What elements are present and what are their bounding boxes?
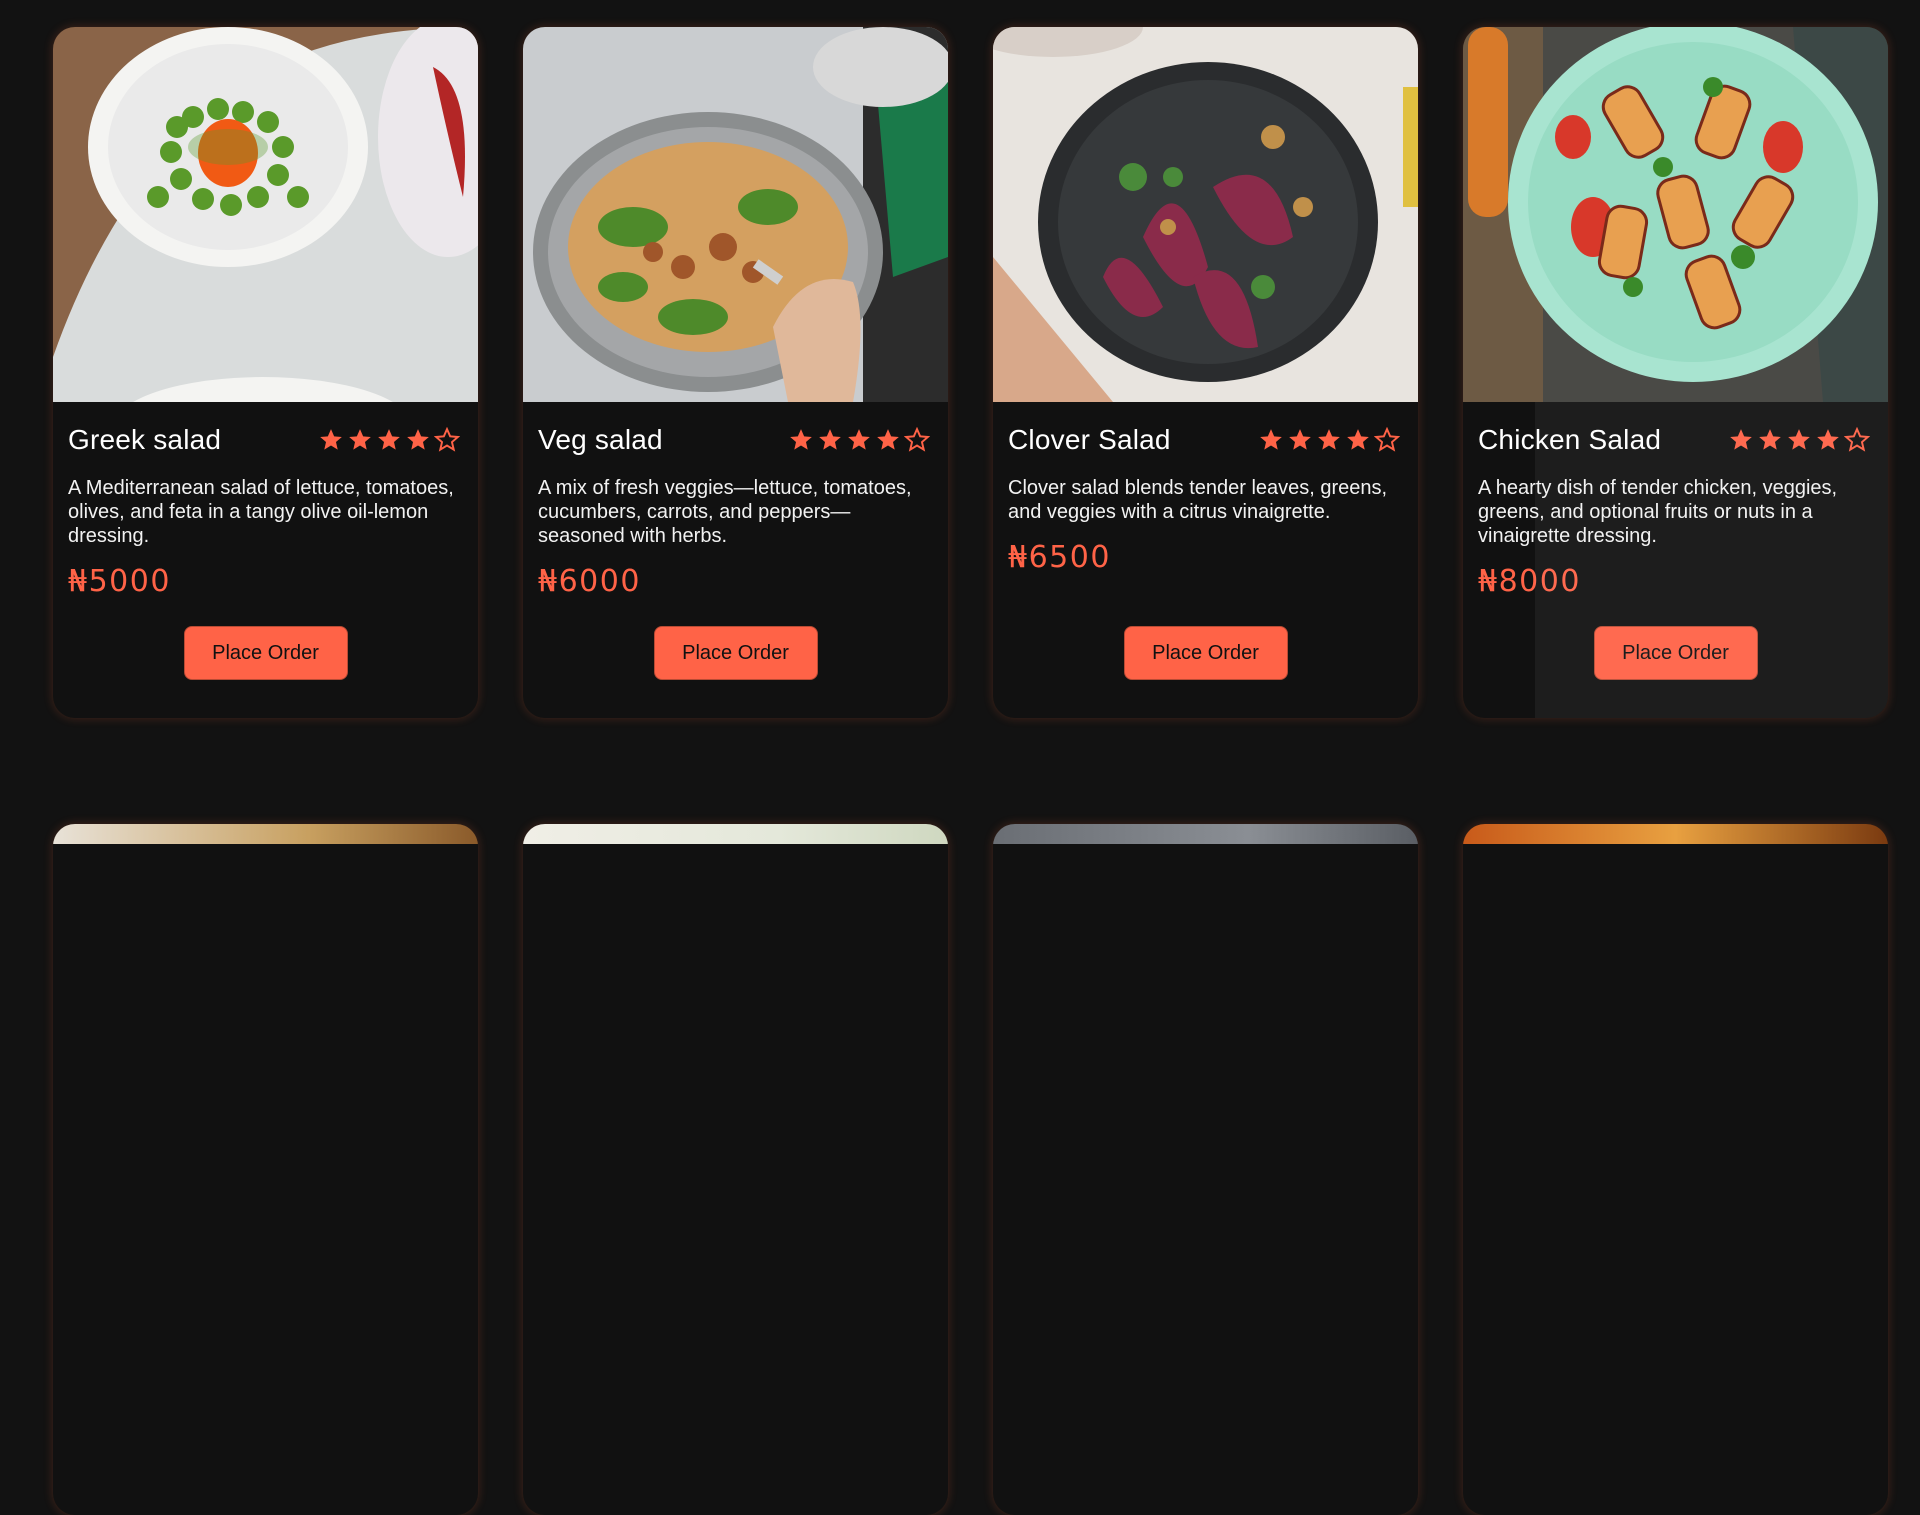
product-card-clover-salad: Clover Salad Clover salad blends tender …: [993, 27, 1418, 718]
star-outline-icon: [1374, 427, 1400, 452]
star-filled-icon: [1318, 429, 1340, 450]
star-filled-icon: [1817, 429, 1839, 450]
product-card-chicken-salad: Chicken Salad A hearty dish of tender ch…: [1463, 27, 1888, 718]
food-photo: [993, 824, 1418, 844]
star-filled-icon: [819, 429, 841, 450]
star-filled-icon: [378, 429, 400, 450]
star-filled-icon: [407, 429, 429, 450]
star-outline-icon: [904, 427, 930, 452]
product-card-veg-salad: Veg salad A mix of fresh veggies—lettuce…: [523, 27, 948, 718]
star-filled-icon: [1347, 429, 1369, 450]
star-filled-icon: [848, 429, 870, 450]
chicken-salad-photo: [1463, 27, 1888, 402]
star-filled-icon: [1260, 429, 1282, 450]
product-card-row2-1: [53, 824, 478, 1515]
product-card-row2-4: [1463, 824, 1888, 1515]
product-price: ₦8000: [1478, 564, 1581, 599]
product-price: ₦5000: [68, 564, 171, 599]
star-filled-icon: [1730, 429, 1752, 450]
product-title: Greek salad: [68, 424, 222, 455]
place-order-button[interactable]: Place Order: [1123, 626, 1288, 680]
product-description: A mix of fresh veggies—lettuce, tomatoes…: [538, 477, 912, 547]
place-order-button[interactable]: Place Order: [183, 626, 348, 680]
star-filled-icon: [1289, 429, 1311, 450]
product-description: A hearty dish of tender chicken, veggies…: [1478, 477, 1838, 547]
product-description: Clover salad blends tender leaves, green…: [1008, 477, 1388, 523]
star-filled-icon: [349, 429, 371, 450]
star-filled-icon: [790, 429, 812, 450]
product-price: ₦6000: [538, 564, 641, 599]
product-title: Chicken Salad: [1478, 424, 1662, 455]
clover-salad-photo: [993, 27, 1418, 402]
rating-stars: [788, 427, 930, 453]
product-card-row2-3: [993, 824, 1418, 1515]
star-filled-icon: [320, 429, 342, 450]
rating-stars: [318, 427, 460, 453]
place-order-button[interactable]: Place Order: [653, 626, 818, 680]
product-grid: Greek salad A Mediterranean salad of let…: [53, 27, 1888, 1515]
veg-salad-photo: [523, 27, 948, 402]
star-filled-icon: [1759, 429, 1781, 450]
product-title: Veg salad: [538, 424, 663, 455]
star-outline-icon: [1844, 427, 1870, 452]
food-photo: [523, 824, 948, 844]
star-outline-icon: [434, 427, 460, 452]
greek-salad-photo: [53, 27, 478, 402]
product-description: A Mediterranean salad of lettuce, tomato…: [68, 477, 454, 547]
product-title: Clover Salad: [1008, 424, 1171, 455]
star-filled-icon: [1788, 429, 1810, 450]
product-card-row2-2: [523, 824, 948, 1515]
product-card-greek-salad: Greek salad A Mediterranean salad of let…: [53, 27, 478, 718]
product-price: ₦6500: [1008, 540, 1111, 575]
place-order-button[interactable]: Place Order: [1593, 626, 1758, 680]
star-filled-icon: [877, 429, 899, 450]
rating-stars: [1728, 427, 1870, 453]
food-photo: [1463, 824, 1888, 844]
food-photo: [53, 824, 478, 844]
rating-stars: [1258, 427, 1400, 453]
